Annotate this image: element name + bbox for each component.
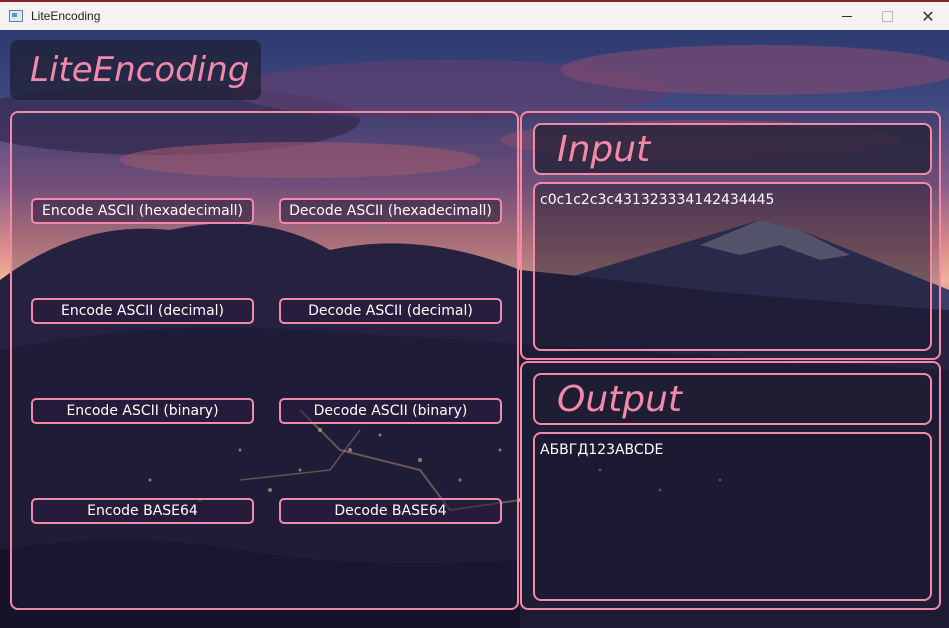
app-logo-text: LiteEncoding [30,50,250,90]
encode-ascii-hex-button[interactable]: Encode ASCII (hexadecimall) [31,198,254,224]
close-icon: ✕ [921,6,935,26]
encode-ascii-binary-button[interactable]: Encode ASCII (binary) [31,398,254,424]
decode-ascii-hex-button[interactable]: Decode ASCII (hexadecimall) [279,198,502,224]
output-heading: Output [557,379,683,420]
logo-panel: LiteEncoding [10,40,261,100]
input-textarea[interactable]: c0c1c2c3c431323334142434445 [533,182,932,351]
window-titlebar: LiteEncoding ✕ [0,0,949,30]
input-heading: Input [557,129,651,170]
encode-base64-button[interactable]: Encode BASE64 [31,498,254,524]
input-panel: Input c0c1c2c3c431323334142434445 [520,111,941,360]
decode-ascii-decimal-button[interactable]: Decode ASCII (decimal) [279,298,502,324]
minimize-icon [842,15,852,17]
output-panel: Output АБВГД123ABCDE [520,361,941,610]
window-title: LiteEncoding [31,9,101,23]
maximize-icon [881,10,893,22]
output-textarea[interactable]: АБВГД123ABCDE [533,432,932,601]
decode-base64-button[interactable]: Decode BASE64 [279,498,502,524]
output-header: Output [533,373,932,425]
maximize-button[interactable] [864,2,910,30]
input-header: Input [533,123,932,175]
decode-ascii-binary-button[interactable]: Decode ASCII (binary) [279,398,502,424]
app-window-icon [9,10,23,22]
actions-panel: Encode ASCII (hexadecimall) Decode ASCII… [10,111,519,610]
close-button[interactable]: ✕ [905,2,949,30]
encode-ascii-decimal-button[interactable]: Encode ASCII (decimal) [31,298,254,324]
